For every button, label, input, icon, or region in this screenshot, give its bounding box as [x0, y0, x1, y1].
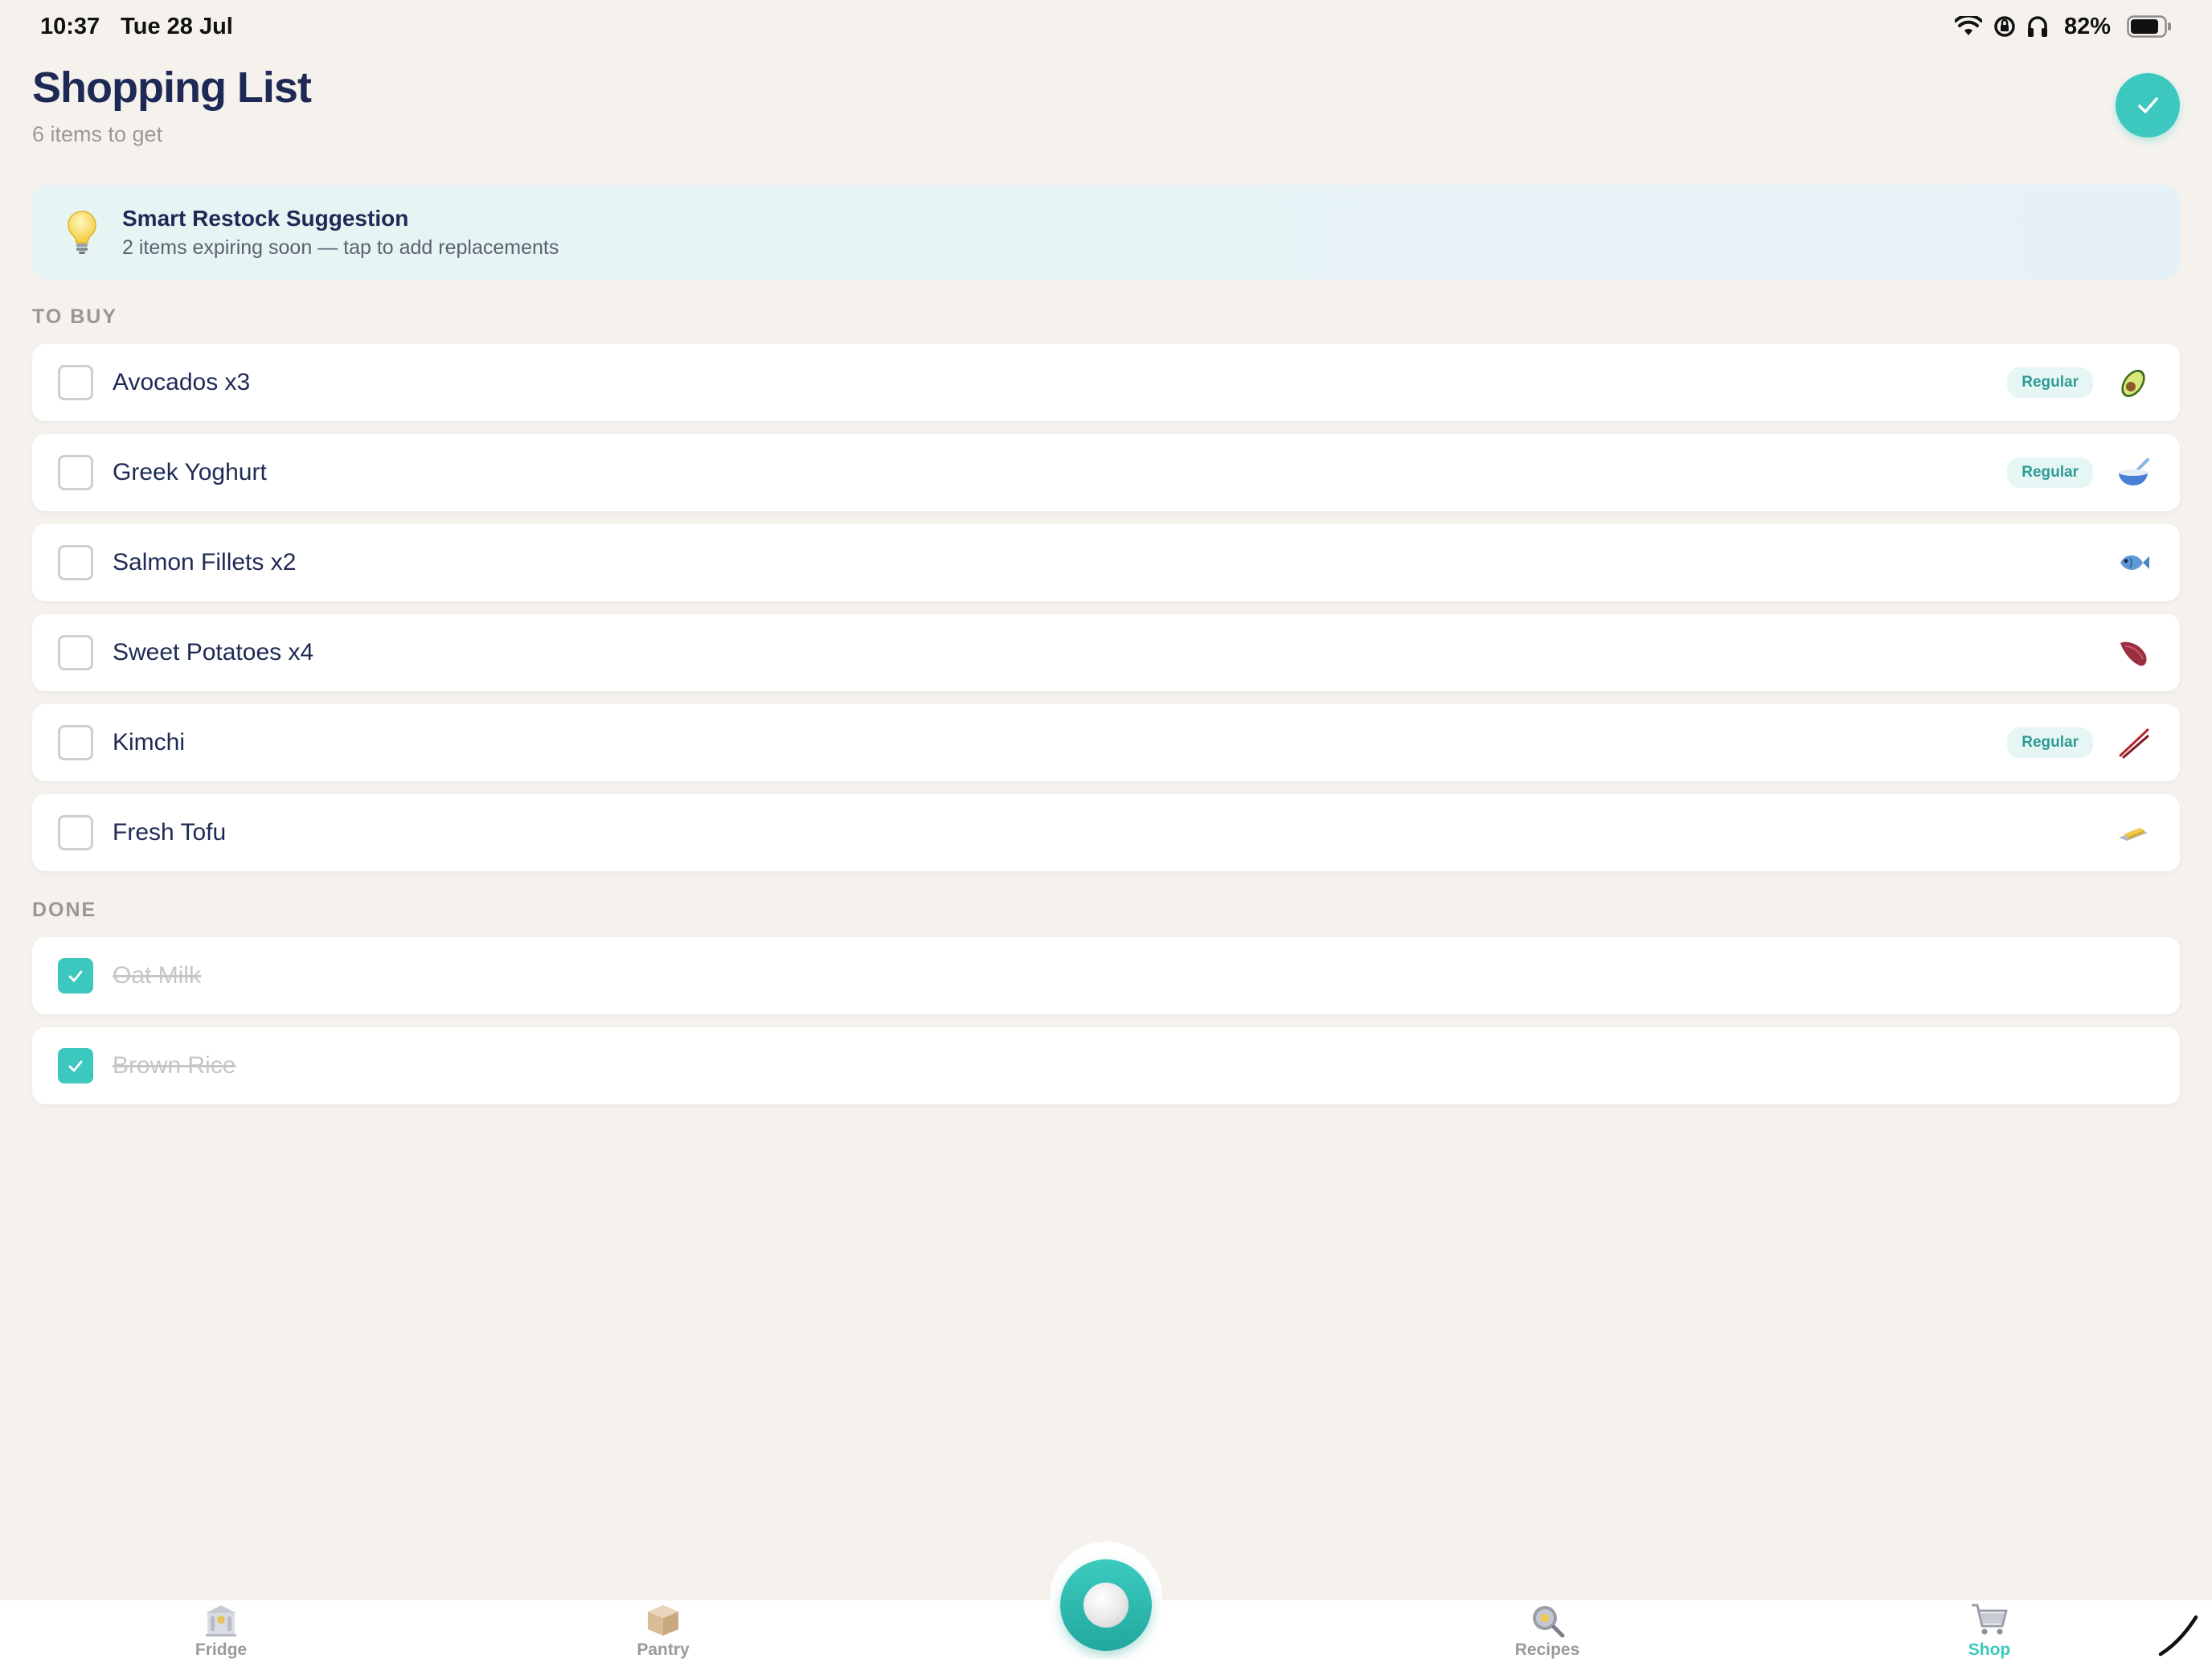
list-item[interactable]: Avocados x3 Regular: [32, 344, 2180, 421]
butter-icon: [2114, 813, 2153, 852]
tab-label: Fridge: [195, 1641, 248, 1659]
status-date: Tue 28 Jul: [121, 13, 233, 39]
tab-label: Shop: [1968, 1641, 2011, 1659]
scribble-handle-icon: [2158, 1615, 2198, 1657]
item-checkbox[interactable]: [58, 365, 93, 400]
battery-percent: 82%: [2063, 13, 2111, 39]
item-label: Brown Rice: [113, 1052, 236, 1079]
item-checkbox-checked[interactable]: [58, 1048, 93, 1083]
list-item-done[interactable]: Oat Milk: [32, 937, 2180, 1014]
regular-badge: Regular: [2007, 727, 2093, 758]
sweet-potato-icon: [2114, 633, 2153, 672]
item-label: Oat Milk: [113, 962, 202, 989]
avocado-icon: [2114, 363, 2153, 402]
tab-shop[interactable]: Shop: [1909, 1600, 2070, 1659]
header: Shopping List 6 items to get: [32, 63, 312, 147]
list-item[interactable]: Kimchi Regular: [32, 704, 2180, 781]
screen-lock-icon: [1993, 15, 2016, 38]
list-item[interactable]: Greek Yoghurt Regular: [32, 434, 2180, 511]
list-item[interactable]: Fresh Tofu: [32, 794, 2180, 871]
item-checkbox[interactable]: [58, 545, 93, 580]
item-checkbox[interactable]: [58, 635, 93, 670]
item-label: Avocados x3: [113, 369, 251, 395]
item-label: Greek Yoghurt: [113, 459, 267, 485]
fridge-icon: [201, 1602, 241, 1637]
tab-recipes[interactable]: Recipes: [1467, 1600, 1628, 1659]
tab-label: Pantry: [637, 1641, 690, 1659]
center-action-button[interactable]: [1060, 1559, 1152, 1651]
list-item[interactable]: Sweet Potatoes x4: [32, 614, 2180, 691]
checkmark-icon: [2138, 97, 2158, 113]
item-checkbox[interactable]: [58, 455, 93, 490]
item-checkbox-checked[interactable]: [58, 958, 93, 993]
regular-badge: Regular: [2007, 367, 2093, 398]
complete-list-button[interactable]: [2116, 73, 2180, 137]
cart-icon: [1969, 1602, 2009, 1637]
status-bar: 10:37 Tue 28 Jul 82%: [0, 0, 2212, 53]
bowl-icon: [2114, 453, 2153, 492]
item-label: Fresh Tofu: [113, 819, 227, 846]
item-checkbox[interactable]: [58, 725, 93, 760]
fish-icon: [2114, 543, 2153, 582]
headphones-icon: [2027, 15, 2048, 38]
chopsticks-icon: [2114, 723, 2153, 762]
suggestion-text: 2 items expiring soon — tap to add repla…: [122, 236, 559, 259]
tab-pantry[interactable]: Pantry: [583, 1600, 743, 1659]
package-icon: [643, 1602, 683, 1637]
item-label: Kimchi: [113, 729, 186, 756]
checkmark-icon: [68, 970, 83, 982]
list-item-done[interactable]: Brown Rice: [32, 1027, 2180, 1104]
item-checkbox[interactable]: [58, 815, 93, 850]
lightbulb-icon: [68, 211, 96, 254]
battery-icon: [2127, 15, 2172, 38]
items-count-subtitle: 6 items to get: [32, 122, 163, 146]
shopping-list-screen: 10:37 Tue 28 Jul 82% Shopping List 6 ite…: [0, 0, 2212, 1659]
page-title: Shopping List: [32, 63, 312, 112]
suggestion-title: Smart Restock Suggestion: [122, 205, 409, 231]
tab-label: Recipes: [1514, 1641, 1580, 1659]
tab-fridge[interactable]: Fridge: [141, 1600, 301, 1659]
smart-restock-banner[interactable]: Smart Restock Suggestion 2 items expirin…: [32, 185, 2180, 280]
item-label: Sweet Potatoes x4: [113, 639, 314, 666]
regular-badge: Regular: [2007, 457, 2093, 488]
item-label: Salmon Fillets x2: [113, 549, 297, 576]
record-icon: [1083, 1583, 1129, 1628]
list-item[interactable]: Salmon Fillets x2: [32, 524, 2180, 601]
status-time: 10:37: [40, 13, 100, 39]
section-label-to-buy: TO BUY: [32, 305, 117, 328]
checkmark-icon: [68, 1060, 83, 1072]
section-label-done: DONE: [32, 899, 97, 921]
cooking-pan-icon: [1527, 1602, 1567, 1637]
wifi-icon: [1954, 16, 1982, 37]
